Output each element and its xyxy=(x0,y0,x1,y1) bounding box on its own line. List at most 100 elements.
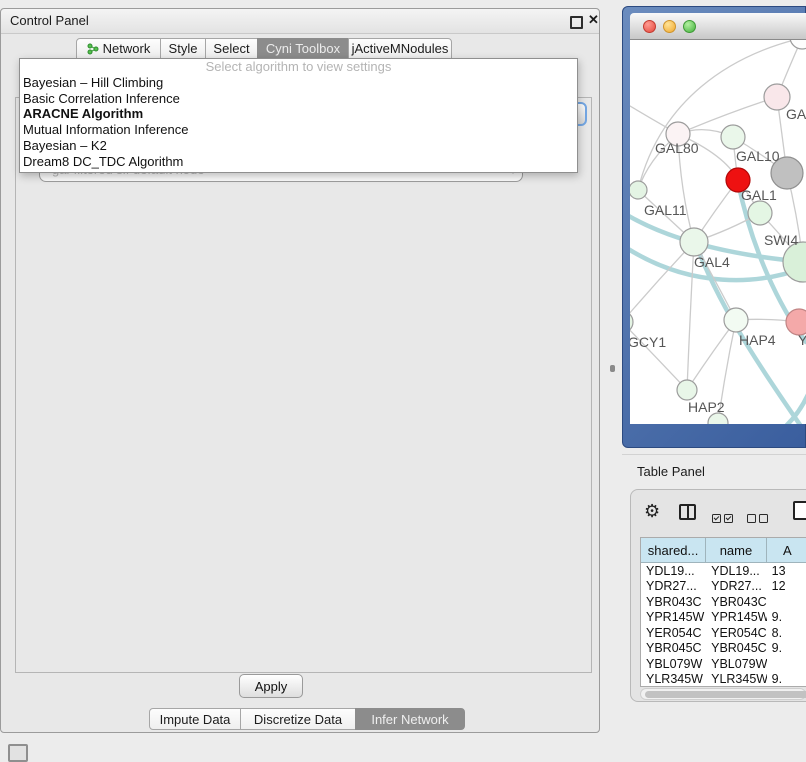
tab-impute-data-label: Impute Data xyxy=(160,712,231,727)
table-row[interactable]: YBR043C YBR043C xyxy=(641,594,806,610)
dropdown-option[interactable]: Mutual Information Inference xyxy=(20,122,577,138)
cyni-content-panel xyxy=(15,97,592,673)
table-row[interactable]: YPR145W YPR145W 9. xyxy=(641,610,806,626)
cell: 13 xyxy=(767,564,806,578)
node-label: GAL80 xyxy=(655,140,699,156)
dropdown-option[interactable]: Bayesian – K2 xyxy=(20,138,577,154)
node-label: GAL4 xyxy=(694,254,730,270)
table-row[interactable]: YBR045C YBR045C 9. xyxy=(641,641,806,657)
cell: YPR145W xyxy=(641,610,706,624)
cell: 9. xyxy=(767,641,806,655)
close-traffic-light-icon[interactable] xyxy=(643,20,656,33)
window-title: Control Panel xyxy=(10,13,89,28)
node-gal4[interactable] xyxy=(680,228,708,256)
dropdown-option[interactable]: Bayesian – Hill Climbing xyxy=(20,75,577,91)
node-label: Y xyxy=(798,332,806,348)
gear-icon[interactable]: ⚙ xyxy=(644,501,660,522)
tab-select-label: Select xyxy=(213,41,249,56)
node-unlabeled-top[interactable] xyxy=(790,40,806,49)
tab-network[interactable]: Network xyxy=(76,38,161,59)
tab-infer-network[interactable]: Infer Network xyxy=(355,708,465,730)
cell: YBL079W xyxy=(641,657,706,671)
table-row[interactable]: YBL079W YBL079W xyxy=(641,656,806,672)
edge-teal xyxy=(630,182,806,424)
deselect-all-columns-icon[interactable] xyxy=(747,510,771,528)
export-table-icon[interactable] xyxy=(793,501,806,520)
node-label: GCY1 xyxy=(630,334,666,350)
cell: YBR045C xyxy=(641,641,706,655)
control-panel-titlebar[interactable]: Control Panel ✕ xyxy=(1,9,599,34)
column-header-shared-name[interactable]: shared... xyxy=(641,538,706,562)
node-gal11[interactable] xyxy=(630,181,647,199)
table-row[interactable]: YDR27... YDR27... 12 xyxy=(641,579,806,595)
screen: Control Panel ✕ Network Style Select Cyn… xyxy=(0,0,806,762)
float-window-icon[interactable] xyxy=(570,16,583,29)
tab-impute-data[interactable]: Impute Data xyxy=(149,708,241,730)
cell: YDR27... xyxy=(641,579,706,593)
node-hap4[interactable] xyxy=(724,308,748,332)
node-label: HAP2 xyxy=(688,399,725,415)
node-gcy1[interactable] xyxy=(630,311,633,333)
table-row[interactable]: YER054C YER054C 8. xyxy=(641,625,806,641)
dropdown-placeholder: Select algorithm to view settings xyxy=(20,59,577,75)
node-gal10[interactable] xyxy=(721,125,745,149)
column-header-partial[interactable]: A xyxy=(767,538,806,562)
node-label: GAL10 xyxy=(736,148,780,164)
node-label: GAL11 xyxy=(644,202,687,218)
cell: 12 xyxy=(767,579,806,593)
table-horizontal-scrollbar[interactable] xyxy=(640,688,806,700)
cell: YBR043C xyxy=(706,595,767,609)
minimize-traffic-light-icon[interactable] xyxy=(663,20,676,33)
cell: 8. xyxy=(767,626,806,640)
cell: 9. xyxy=(767,672,806,686)
dropdown-option[interactable]: Basic Correlation Inference xyxy=(20,91,577,107)
cell: YDL19... xyxy=(641,564,706,578)
cell: YDL19... xyxy=(706,564,767,578)
close-icon[interactable]: ✕ xyxy=(588,12,599,28)
cell: YER054C xyxy=(706,626,767,640)
table-panel-title: Table Panel xyxy=(637,464,705,479)
algorithm-dropdown-list: Select algorithm to view settings Bayesi… xyxy=(19,58,578,173)
select-all-columns-icon[interactable] xyxy=(712,510,736,528)
apply-button[interactable]: Apply xyxy=(239,674,303,698)
minimized-window-icon[interactable] xyxy=(8,744,28,762)
node-label: SWI4 xyxy=(764,232,798,248)
tab-infer-network-label: Infer Network xyxy=(371,712,448,727)
column-header-name[interactable]: name xyxy=(706,538,767,562)
split-columns-icon[interactable] xyxy=(679,504,696,520)
node-gal1-neighbor[interactable] xyxy=(748,201,772,225)
node-swi4[interactable] xyxy=(783,242,806,282)
dropdown-option[interactable]: Dream8 DC_TDC Algorithm xyxy=(20,154,577,170)
tab-style[interactable]: Style xyxy=(160,38,206,59)
cell: 9. xyxy=(767,610,806,624)
tab-cyni-toolbox[interactable]: Cyni Toolbox xyxy=(257,38,349,59)
tab-style-label: Style xyxy=(169,41,198,56)
cell: YDR27... xyxy=(706,579,767,593)
cell: YPR145W xyxy=(706,610,767,624)
control-panel-window: Control Panel ✕ Network Style Select Cyn… xyxy=(0,8,600,733)
table-panel-divider xyxy=(622,454,806,455)
table-row[interactable]: YLR345W YLR345W 9. xyxy=(641,672,806,688)
node-hap2[interactable] xyxy=(677,380,697,400)
node-label: GAL1 xyxy=(741,187,777,203)
tab-discretize-data-label: Discretize Data xyxy=(254,712,342,727)
network-window-titlebar[interactable] xyxy=(630,13,806,40)
tab-cyni-toolbox-label: Cyni Toolbox xyxy=(266,41,340,56)
node-label: GAL xyxy=(786,106,806,122)
cell: YLR345W xyxy=(641,672,706,686)
table-row[interactable]: YDL19... YDL19... 13 xyxy=(641,563,806,579)
dropdown-option-selected[interactable]: ARACNE Algorithm xyxy=(20,106,577,122)
tab-jactivemnodules[interactable]: jActiveMNodules xyxy=(348,38,452,59)
apply-button-label: Apply xyxy=(255,679,288,694)
node-label: HAP4 xyxy=(739,332,776,348)
table-horizontal-scrollbar-thumb[interactable] xyxy=(645,691,806,698)
split-divider-handle[interactable] xyxy=(610,365,615,372)
network-canvas[interactable]: GAL GAL80 GAL10 GAL1 GAL11 SWI4 GAL4 HAP… xyxy=(630,40,806,424)
zoom-traffic-light-icon[interactable] xyxy=(683,20,696,33)
tab-discretize-data[interactable]: Discretize Data xyxy=(240,708,356,730)
tab-select[interactable]: Select xyxy=(205,38,258,59)
node-table[interactable]: shared... name A YDL19... YDL19... 13 YD… xyxy=(640,537,806,687)
tab-jactivemnodules-label: jActiveMNodules xyxy=(352,41,449,56)
cell: YER054C xyxy=(641,626,706,640)
cell: YBR045C xyxy=(706,641,767,655)
